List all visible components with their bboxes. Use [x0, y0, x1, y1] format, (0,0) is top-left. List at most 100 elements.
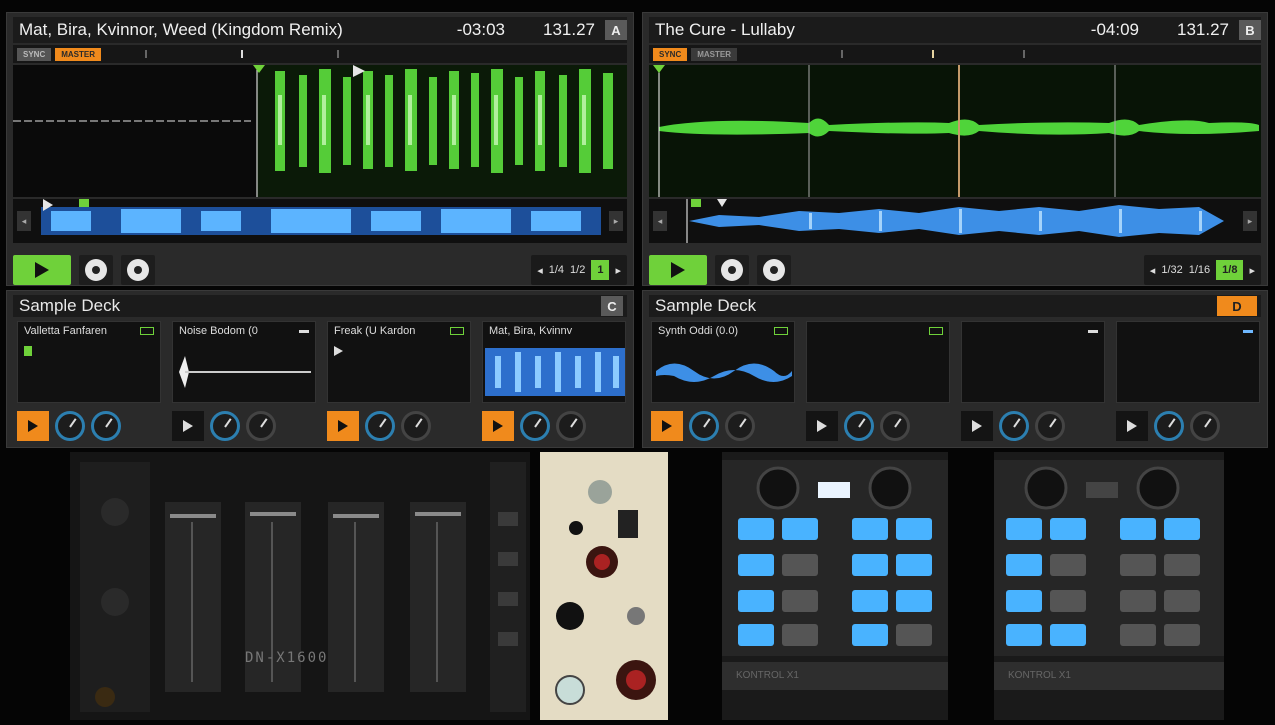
deck-b-cue-button[interactable] [715, 255, 749, 285]
loop-size[interactable]: 1/32 [1161, 264, 1182, 276]
sample-slot-d2-box[interactable] [806, 321, 950, 403]
deck-a-overview[interactable]: ◂ ▸ [13, 199, 627, 243]
sample-deck-c-letter: C [601, 296, 623, 316]
sample-slot-c2-controls [172, 409, 316, 443]
deck-a-phase-tick [241, 50, 244, 58]
sample-slot-d1-volume-knob[interactable] [725, 411, 755, 441]
deck-a-letter: A [605, 20, 627, 40]
sample-slot-c2-filter-knob[interactable] [210, 411, 240, 441]
sample-slot-c4-filter-knob[interactable] [520, 411, 550, 441]
sample-slot-c1-box[interactable]: Valletta Fanfaren [17, 321, 161, 403]
sample-slot-c3: Freak (U Kardon [327, 321, 471, 445]
deck-a-play-button[interactable] [13, 255, 71, 285]
sample-slot-c2-volume-knob[interactable] [246, 411, 276, 441]
deck-b-cup-button[interactable] [757, 255, 791, 285]
mixer-graphic [80, 462, 526, 712]
sample-slot-c4-box[interactable]: Mat, Bira, Kvinnv [482, 321, 626, 403]
deck-b-overview[interactable]: ◂ ▸ [649, 199, 1261, 243]
deck-a-master-button[interactable]: MASTER [55, 47, 102, 61]
deck-a-cup-button[interactable] [121, 255, 155, 285]
deck-b-header: The Cure - Lullaby -04:09 131.27 B [649, 17, 1261, 43]
mixer-hardware: DN-X1600 [70, 452, 530, 720]
deck-a-cue-button[interactable] [79, 255, 113, 285]
deck-a-sync-button[interactable]: SYNC [17, 47, 52, 61]
loop-size-selected[interactable]: 1/8 [1216, 260, 1244, 280]
deck-b-waveform[interactable] [649, 65, 1261, 197]
dash-icon [1088, 330, 1098, 333]
cue-marker-icon [334, 346, 343, 356]
deck-b-overview-left-icon[interactable]: ◂ [653, 211, 667, 231]
deck-b-letter: B [1239, 20, 1261, 40]
loop-size[interactable]: 1/4 [549, 264, 564, 276]
sample-slot-c3-filter-knob[interactable] [365, 411, 395, 441]
sample-slot-d4 [1116, 321, 1260, 445]
cup-icon [127, 259, 149, 281]
loop-size[interactable]: 1/16 [1189, 264, 1210, 276]
dash-icon [1243, 330, 1253, 333]
dash-icon [299, 330, 309, 333]
sample-slot-c3-volume-knob[interactable] [401, 411, 431, 441]
sample-slot-d4-volume-knob[interactable] [1190, 411, 1220, 441]
battery-icon [774, 327, 788, 335]
chevron-right-icon[interactable]: ▸ [1249, 264, 1255, 277]
sample-slot-d3-filter-knob[interactable] [999, 411, 1029, 441]
deck-a-waveform[interactable] [13, 65, 627, 197]
sample-slot-d4-box[interactable] [1116, 321, 1260, 403]
sample-slot-d3-play-button[interactable] [961, 411, 993, 441]
deck-b-sync-button[interactable]: SYNC [653, 47, 688, 61]
deck-a-overview-left-icon[interactable]: ◂ [17, 211, 31, 231]
sample-slot-d2 [806, 321, 950, 445]
chevron-right-icon[interactable]: ▸ [615, 264, 621, 277]
controller-right-label: KONTROL X1 [1008, 670, 1071, 681]
sample-slot-c2-box[interactable]: Noise Bodom (0 [172, 321, 316, 403]
sample-slot-c4: Mat, Bira, Kvinnv [482, 321, 626, 445]
sample-slot-c3-play-button[interactable] [327, 411, 359, 441]
cue-icon [85, 259, 107, 281]
deck-b-remaining-time: -04:09 [1090, 20, 1139, 39]
sample-slot-d2-filter-knob[interactable] [844, 411, 874, 441]
sample-slot-d2-play-button[interactable] [806, 411, 838, 441]
sample-slot-c3-name: Freak (U Kardon [334, 325, 416, 337]
sample-slot-d1-filter-knob[interactable] [689, 411, 719, 441]
deck-b-bpm: 131.27 [1177, 20, 1229, 39]
deck-a-loop-selector[interactable]: ◂ 1/4 1/2 1 ▸ [531, 255, 627, 285]
chevron-left-icon[interactable]: ◂ [537, 264, 543, 277]
sample-slot-d2-controls [806, 409, 950, 443]
deck-a-overview-graphic [41, 199, 601, 235]
sample-slot-c1-volume-knob[interactable] [91, 411, 121, 441]
deck-a-overview-right-icon[interactable]: ▸ [609, 211, 623, 231]
sample-slot-d4-filter-knob[interactable] [1154, 411, 1184, 441]
sample-slot-d1-play-button[interactable] [651, 411, 683, 441]
battery-icon [929, 327, 943, 335]
sample-deck-d-letter: D [1217, 296, 1257, 316]
sample-slot-c2-waveform [179, 356, 311, 388]
sample-slot-d4-play-button[interactable] [1116, 411, 1148, 441]
deck-b-play-button[interactable] [649, 255, 707, 285]
loop-size-selected[interactable]: 1 [591, 260, 610, 280]
deck-b-loop-selector[interactable]: ◂ 1/32 1/16 1/8 ▸ [1143, 255, 1261, 285]
deck-b-master-button[interactable]: MASTER [691, 47, 738, 61]
sample-slot-c1-name: Valletta Fanfaren [24, 325, 107, 337]
sample-slot-c1-filter-knob[interactable] [55, 411, 85, 441]
chevron-left-icon[interactable]: ◂ [1150, 264, 1156, 277]
loop-size[interactable]: 1/2 [570, 264, 585, 276]
battery-icon [450, 327, 464, 335]
sample-slot-d3-box[interactable] [961, 321, 1105, 403]
deck-b-sync-bar: SYNC MASTER [649, 45, 1261, 63]
sample-deck-d: Sample Deck D Synth Oddi (0.0) [642, 290, 1268, 448]
effects-unit-hardware [540, 452, 668, 720]
deck-b-phase-tick [1023, 50, 1026, 58]
deck-b-overview-right-icon[interactable]: ▸ [1243, 211, 1257, 231]
sample-slot-c2-name: Noise Bodom (0 [179, 325, 258, 337]
sample-slot-d1-waveform [656, 363, 792, 382]
sample-slot-d3-volume-knob[interactable] [1035, 411, 1065, 441]
sample-slot-c2-play-button[interactable] [172, 411, 204, 441]
play-icon [338, 420, 348, 432]
sample-slot-d1-box[interactable]: Synth Oddi (0.0) [651, 321, 795, 403]
sample-slot-c1-play-button[interactable] [17, 411, 49, 441]
sample-slot-c4-play-button[interactable] [482, 411, 514, 441]
deck-a-header: Mat, Bira, Kvinnor, Weed (Kingdom Remix)… [13, 17, 627, 43]
sample-slot-d2-volume-knob[interactable] [880, 411, 910, 441]
sample-slot-c4-volume-knob[interactable] [556, 411, 586, 441]
sample-slot-c3-box[interactable]: Freak (U Kardon [327, 321, 471, 403]
